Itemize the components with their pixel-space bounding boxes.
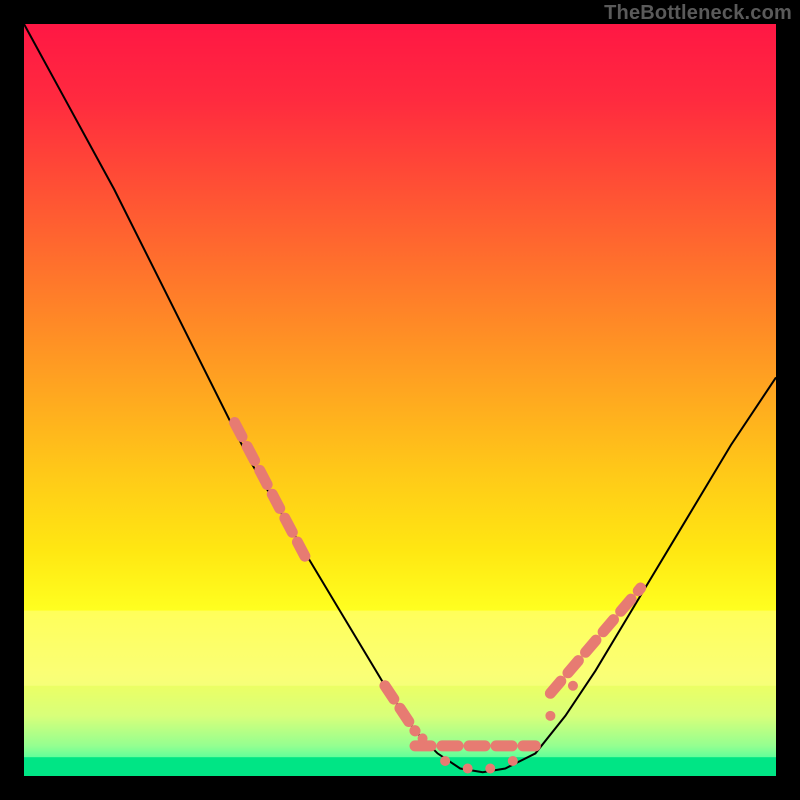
plot-area	[24, 24, 776, 776]
watermark: TheBottleneck.com	[604, 2, 792, 25]
chart-frame: TheBottleneck.com	[0, 0, 800, 800]
chart-svg	[24, 24, 776, 776]
